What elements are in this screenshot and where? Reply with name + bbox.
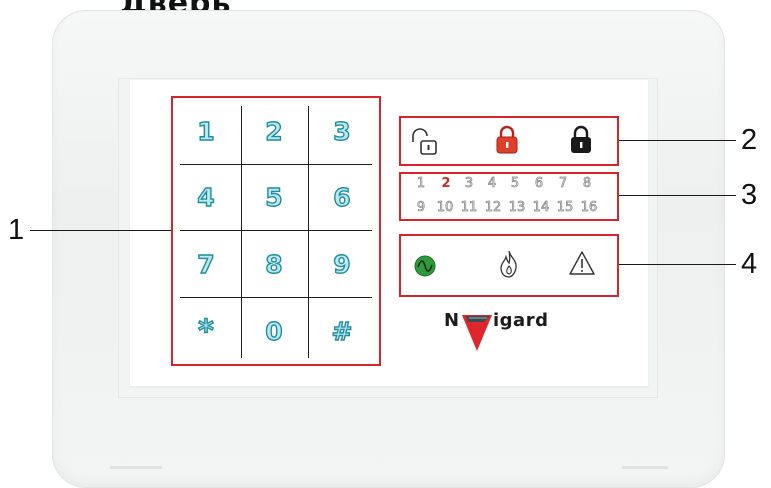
unlocked-padlock-icon <box>412 128 437 155</box>
key-8[interactable]: 8 <box>241 231 307 297</box>
fire-icon <box>500 250 517 278</box>
callout-4: 4 <box>741 248 758 280</box>
navigard-logo: N igard <box>444 310 548 351</box>
zone-indicators: 1 2 3 4 5 6 7 8 9 10 11 12 13 14 15 16 <box>399 172 619 221</box>
brand-logo: N igard <box>444 307 578 357</box>
callout-line-1 <box>30 230 171 231</box>
key-7[interactable]: 7 <box>173 231 239 297</box>
key-1[interactable]: 1 <box>173 98 239 164</box>
zone-indicator: 3 <box>464 176 474 192</box>
callout-line-2 <box>619 140 736 141</box>
key-6[interactable]: 6 <box>309 164 375 230</box>
arming-status-indicators <box>399 116 619 166</box>
zone-indicator: 9 <box>416 200 426 216</box>
event-indicators <box>399 234 619 297</box>
zone-indicator: 10 <box>436 200 454 216</box>
zone-indicator: 5 <box>510 176 520 192</box>
black-padlock-icon <box>571 125 591 153</box>
callout-2: 2 <box>741 124 758 156</box>
zone-indicator: 11 <box>460 200 478 216</box>
device-foot-left <box>110 466 162 469</box>
zone-indicator: 8 <box>582 176 592 192</box>
zone-indicator-active: 2 <box>441 176 451 191</box>
power-icon <box>414 255 436 277</box>
callout-1: 1 <box>8 214 25 246</box>
zone-indicator: 12 <box>484 200 502 216</box>
callout-line-3 <box>619 195 736 196</box>
key-hash[interactable]: # <box>309 298 375 364</box>
callout-3: 3 <box>741 179 758 211</box>
zone-indicator: 7 <box>558 176 568 192</box>
zone-indicator: 6 <box>534 176 544 192</box>
zone-indicator: 13 <box>508 200 526 216</box>
key-2[interactable]: 2 <box>241 98 307 164</box>
zone-indicator: 14 <box>532 200 550 216</box>
device-foot-right <box>622 466 668 469</box>
callout-line-4 <box>619 264 736 265</box>
key-5[interactable]: 5 <box>241 164 307 230</box>
warning-triangle-icon <box>569 251 595 275</box>
zone-indicator: 16 <box>580 200 598 216</box>
keypad: 1 2 3 4 5 6 7 8 9 * 0 # <box>171 96 381 366</box>
zone-indicator: 15 <box>556 200 574 216</box>
zone-indicator: 4 <box>487 176 497 192</box>
svg-text:N: N <box>444 310 459 331</box>
red-padlock-icon <box>496 125 518 154</box>
key-0[interactable]: 0 <box>241 298 307 364</box>
zone-indicator: 1 <box>416 176 426 192</box>
key-star[interactable]: * <box>173 298 239 364</box>
key-9[interactable]: 9 <box>309 231 375 297</box>
svg-text:igard: igard <box>493 310 548 331</box>
key-4[interactable]: 4 <box>173 164 239 230</box>
key-3[interactable]: 3 <box>309 98 375 164</box>
